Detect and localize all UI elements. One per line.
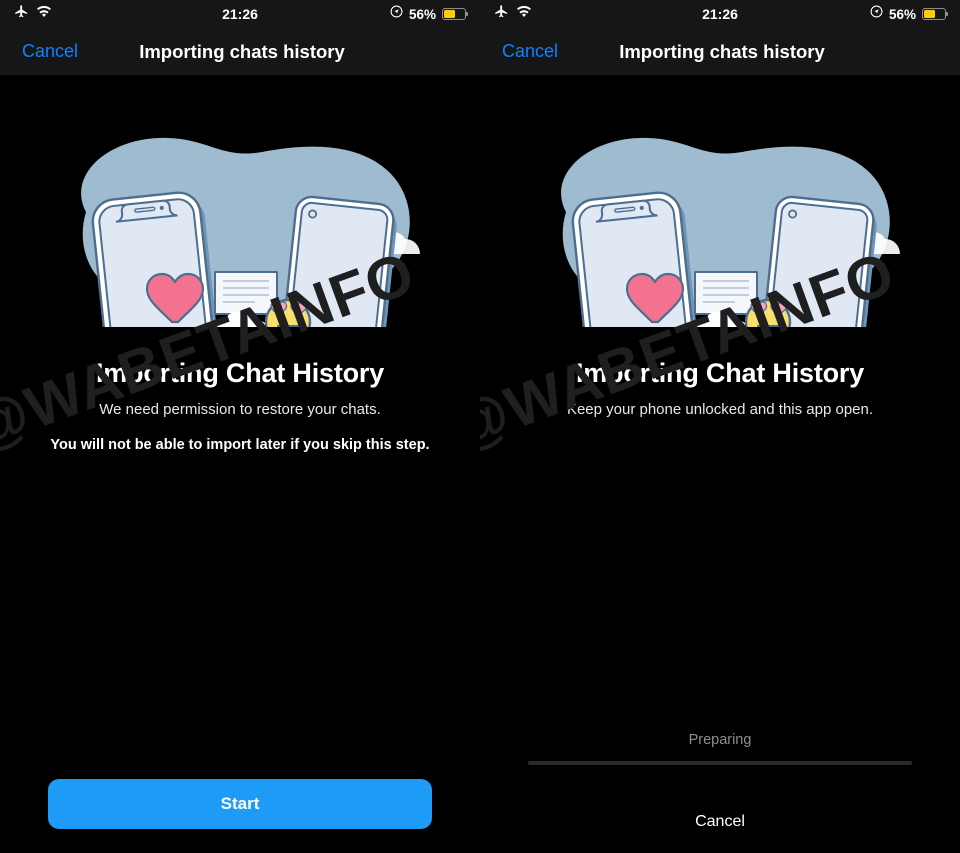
battery-icon	[442, 8, 469, 20]
battery-percentage-label: 56%	[888, 6, 916, 22]
battery-fill	[924, 10, 936, 18]
wifi-icon	[36, 5, 52, 23]
subtitle-text: Keep your phone unlocked and this app op…	[566, 401, 874, 418]
battery-percentage-label: 56%	[408, 6, 436, 22]
start-button[interactable]: Start	[48, 779, 432, 829]
navigation-bar: Cancel Importing chats history	[0, 28, 480, 75]
status-bar-left-icons	[14, 4, 52, 24]
headline-title: Importing Chat History	[575, 358, 865, 388]
airplane-mode-icon	[494, 4, 509, 24]
page-title: Importing chats history	[619, 40, 825, 62]
airplane-mode-icon	[14, 4, 29, 24]
status-bar: 21:26 56%	[0, 0, 480, 28]
battery-fill	[444, 10, 456, 18]
two-phones-chat-transfer-illustration	[480, 82, 960, 327]
progress-status-label: Preparing	[688, 732, 752, 748]
battery-icon	[922, 8, 949, 20]
subtitle-text: We need permission to restore your chats…	[99, 401, 381, 418]
location-services-icon	[390, 5, 403, 23]
import-progress: Preparing	[528, 732, 912, 765]
progress-bar-track	[528, 761, 912, 765]
screen-content: Importing Chat History We need permissio…	[0, 82, 480, 853]
two-phones-chat-transfer-illustration	[0, 82, 480, 327]
location-services-icon	[870, 5, 883, 23]
screen-content: Importing Chat History Keep your phone u…	[480, 82, 960, 853]
navigation-bar: Cancel Importing chats history	[480, 28, 960, 75]
status-bar-left-icons	[494, 4, 532, 24]
cancel-import-button[interactable]: Cancel	[480, 813, 960, 831]
page-title: Importing chats history	[139, 40, 345, 62]
status-bar: 21:26 56%	[480, 0, 960, 28]
status-bar-right-icons: 56%	[390, 5, 469, 23]
panel-permission-screen: 21:26 56% Cancel Importing chats history	[0, 0, 480, 853]
dual-screenshot-container: 21:26 56% Cancel Importing chats history	[0, 0, 960, 853]
wifi-icon	[516, 5, 532, 23]
status-bar-right-icons: 56%	[870, 5, 949, 23]
panel-progress-screen: 21:26 56% Cancel Importing chats history	[480, 0, 960, 853]
headline-title: Importing Chat History	[95, 358, 385, 388]
warning-text: You will not be able to import later if …	[50, 437, 430, 453]
